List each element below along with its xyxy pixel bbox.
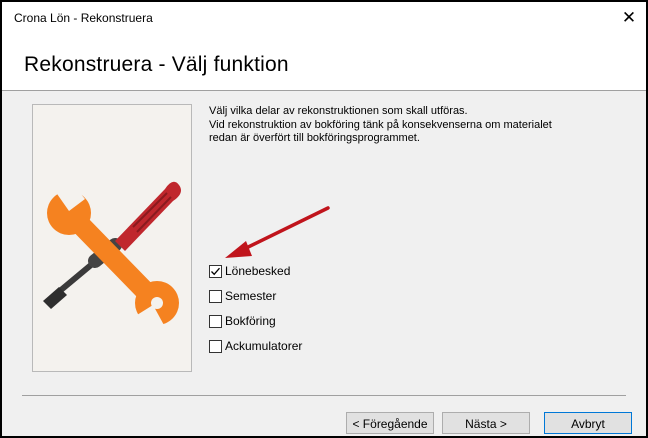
checkbox-lonebesked[interactable]	[209, 264, 222, 278]
instruction-line: Välj vilka delar av rekonstruktionen som…	[209, 105, 468, 117]
footer-divider	[22, 395, 626, 396]
checkmark-icon	[211, 267, 220, 275]
back-button[interactable]: < Föregående	[346, 412, 434, 434]
option-label: Semester	[225, 289, 277, 303]
option-semester[interactable]: Semester	[209, 288, 276, 304]
instruction-line: redan är överfört till bokföringsprogram…	[209, 132, 420, 144]
title-bar: Crona Lön - Rekonstruera ✕	[2, 2, 646, 34]
instruction-text: Välj vilka delar av rekonstruktionen som…	[209, 105, 629, 146]
checkbox-semester[interactable]	[209, 289, 222, 303]
instruction-line: Vid rekonstruktion av bokföring tänk på …	[209, 118, 552, 131]
wrench-screwdriver-icon	[43, 181, 181, 327]
window-title: Crona Lön - Rekonstruera	[14, 11, 153, 25]
cancel-button[interactable]: Avbryt	[544, 412, 632, 434]
option-label: Lönebesked	[225, 264, 291, 278]
close-icon[interactable]: ✕	[616, 6, 642, 30]
wizard-header: Rekonstruera - Välj funktion	[2, 34, 646, 90]
red-tool-handle	[115, 181, 181, 251]
checkbox-ackumulatorer[interactable]	[209, 339, 222, 353]
option-label: Ackumulatorer	[225, 339, 303, 353]
next-button[interactable]: Nästa >	[442, 412, 530, 434]
dialog-window: Crona Lön - Rekonstruera ✕ Rekonstruera …	[0, 0, 648, 438]
checkbox-bokforing[interactable]	[209, 314, 222, 328]
tools-illustration	[32, 104, 192, 372]
option-label: Bokföring	[225, 314, 276, 328]
option-lonebesked[interactable]: Lönebesked	[209, 263, 290, 279]
option-ackumulatorer[interactable]: Ackumulatorer	[209, 338, 302, 354]
header-divider	[2, 90, 646, 91]
option-bokforing[interactable]: Bokföring	[209, 313, 276, 329]
page-title: Rekonstruera - Välj funktion	[24, 53, 289, 76]
